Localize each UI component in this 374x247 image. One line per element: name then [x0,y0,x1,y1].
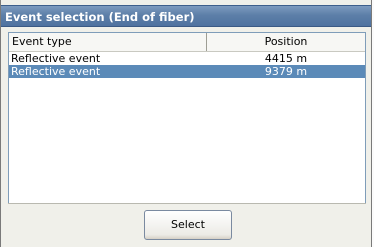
position-cell: 4415 m [264,52,308,65]
column-header-event-type[interactable]: Event type [9,33,207,51]
event-type-cell: Reflective event [11,65,101,78]
event-type-cell: Reflective event [11,52,101,65]
footer-divider [8,203,366,204]
table-row[interactable]: Reflective event 4415 m [9,52,365,65]
position-cell: 9379 m [264,65,308,78]
dialog-title: Event selection (End of fiber) [1,5,371,27]
select-button[interactable]: Select [144,210,232,240]
event-list[interactable]: Event type Position Reflective event 441… [8,32,366,204]
table-row-selected[interactable]: Reflective event 9379 m [9,65,365,78]
list-header: Event type Position [9,33,365,52]
column-header-position[interactable]: Position [207,33,365,51]
event-selection-dialog: Event selection (End of fiber) Event typ… [0,0,372,247]
